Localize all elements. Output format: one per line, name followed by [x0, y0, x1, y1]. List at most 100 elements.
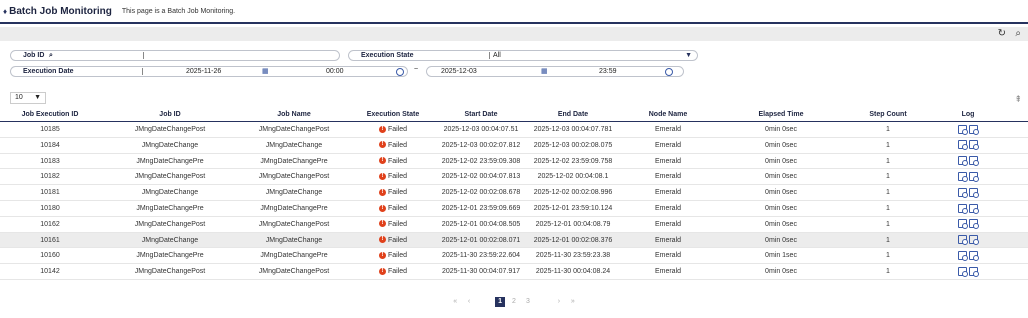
execution-state-text: Failed: [387, 189, 408, 197]
failed-status-icon: !: [378, 125, 386, 133]
job-log-icon[interactable]: [958, 172, 968, 183]
table-row[interactable]: 10181 JMngDateChange JMngDateChange! Failed…: [0, 185, 1028, 201]
job-log-icon[interactable]: [958, 124, 968, 135]
step-log-icon[interactable]: [969, 187, 979, 198]
execution-state-select[interactable]: Execution State All ▼: [348, 50, 698, 61]
step-log-icon[interactable]: [969, 235, 979, 246]
page-button-1[interactable]: 1: [495, 297, 506, 307]
first-page-button[interactable]: «: [450, 297, 460, 307]
column-header[interactable]: Start Date: [438, 108, 524, 121]
column-header[interactable]: Elapsed Time: [714, 108, 848, 121]
chevron-down-icon[interactable]: ▼: [685, 51, 692, 60]
step-log-icon[interactable]: [969, 124, 979, 135]
job-log-icon[interactable]: [958, 266, 968, 277]
node-name-cell: Emerald: [654, 236, 682, 244]
search-icon[interactable]: ⌕: [1015, 28, 1021, 39]
table-row[interactable]: 10142 JMngDateChangePost JMngDateChangePos…: [0, 264, 1028, 280]
job-name-cell: JMngDateChange: [265, 189, 323, 197]
clock-icon[interactable]: [396, 68, 404, 76]
log-cell: [928, 185, 1008, 200]
last-page-button[interactable]: »: [568, 297, 578, 307]
table-row[interactable]: 10180 JMngDateChangePre JMngDateChangePre!…: [0, 201, 1028, 217]
field-divider: [489, 52, 490, 59]
start-date-cell: 2025-12-01 23:59:09.669: [441, 204, 521, 212]
step-log-icon[interactable]: [969, 140, 979, 151]
step-log-icon[interactable]: [969, 156, 979, 167]
column-header[interactable]: Log: [928, 108, 1008, 121]
execution-state-text: Failed: [387, 126, 408, 133]
job-log-icon[interactable]: [958, 251, 968, 262]
log-cell: [928, 138, 1008, 153]
start-date-input[interactable]: 2025-11-26: [186, 67, 221, 76]
clock-icon[interactable]: [665, 68, 673, 76]
end-datetime-field[interactable]: 2025-12-03 ▦ 23:59: [426, 66, 684, 77]
page-size-select[interactable]: 10 ▼: [10, 92, 46, 104]
calendar-icon[interactable]: ▦: [541, 67, 548, 76]
step-count-cell: 1: [886, 141, 890, 149]
start-date-cell: 2025-11-30 23:59:22.604: [441, 252, 521, 260]
scroll-top-icon[interactable]: ⇞: [1014, 94, 1022, 105]
node-name-cell: Emerald: [654, 173, 682, 181]
column-header[interactable]: Node Name: [622, 108, 714, 121]
next-page-button[interactable]: ›: [554, 297, 564, 307]
column-header[interactable]: Job Name: [240, 108, 348, 121]
column-header[interactable]: Step Count: [848, 108, 928, 121]
column-header[interactable]: Job Execution ID: [0, 108, 100, 121]
start-datetime-field[interactable]: 2025-11-26 ▦ 00:00: [138, 66, 408, 77]
execution-state-value: All: [493, 52, 501, 59]
table-row[interactable]: 10185 JMngDateChangePost JMngDateChangePos…: [0, 122, 1028, 138]
job-log-icon[interactable]: [958, 235, 968, 246]
end-date-cell: 2025-12-02 00:04:08.1: [537, 173, 609, 181]
execution-state-text: Failed: [387, 236, 408, 244]
table-row[interactable]: 10162 JMngDateChangePost JMngDateChangePos…: [0, 217, 1028, 233]
table-row[interactable]: 10161 JMngDateChange JMngDateChange! Failed…: [0, 232, 1028, 249]
execution-state-cell: ! Failed: [348, 201, 438, 216]
failed-status-icon: !: [378, 252, 386, 260]
node-name-cell: Emerald: [654, 189, 682, 197]
log-cell: [928, 217, 1008, 232]
job-id-cell: JMngDateChange: [141, 141, 199, 149]
table-row[interactable]: 10184 JMngDateChange JMngDateChange! Failed…: [0, 138, 1028, 154]
job-execution-id-cell: 10182: [40, 173, 60, 181]
job-log-icon[interactable]: [958, 203, 968, 214]
end-date-cell: 2025-12-02 23:59:09.758: [533, 157, 613, 165]
job-name-cell: JMngDateChangePost: [258, 126, 330, 133]
job-log-icon[interactable]: [958, 156, 968, 167]
end-date-input[interactable]: 2025-12-03: [441, 67, 477, 76]
column-header[interactable]: Job ID: [100, 108, 240, 121]
execution-state-text: Failed: [387, 252, 408, 260]
failed-status-icon: !: [378, 173, 386, 181]
execution-state-cell: ! Failed: [348, 154, 438, 169]
step-log-icon[interactable]: [969, 172, 979, 183]
step-log-icon[interactable]: [969, 266, 979, 277]
table-row[interactable]: 10182 JMngDateChangePost JMngDateChangePos…: [0, 169, 1028, 186]
step-count-cell: 1: [886, 126, 890, 133]
refresh-icon[interactable]: ↻: [998, 28, 1006, 39]
calendar-icon[interactable]: ▦: [262, 67, 269, 76]
job-id-cell: JMngDateChange: [141, 189, 199, 197]
job-id-field[interactable]: Job ID ⌕: [10, 50, 340, 61]
job-log-icon[interactable]: [958, 140, 968, 151]
table-row[interactable]: 10183 JMngDateChangePre JMngDateChangePre!…: [0, 154, 1028, 170]
job-name-cell: JMngDateChangePre: [260, 204, 328, 212]
log-cell: [928, 264, 1008, 279]
job-id-cell: JMngDateChangePre: [136, 157, 204, 165]
end-time-input[interactable]: 23:59: [599, 67, 617, 76]
start-time-input[interactable]: 00:00: [326, 67, 344, 76]
step-count-cell: 1: [886, 157, 890, 165]
prev-page-button[interactable]: ‹: [464, 297, 474, 307]
step-log-icon[interactable]: [969, 251, 979, 262]
table-row[interactable]: 10160 JMngDateChangePre JMngDateChangePre!…: [0, 248, 1028, 265]
column-header[interactable]: End Date: [524, 108, 622, 121]
column-header[interactable]: Execution State: [348, 108, 438, 121]
page-button-2[interactable]: 2: [509, 297, 519, 307]
job-log-icon[interactable]: [958, 187, 968, 198]
job-name-cell: JMngDateChangePre: [260, 157, 328, 165]
job-name-cell: JMngDateChange: [265, 236, 323, 244]
job-log-icon[interactable]: [958, 219, 968, 230]
execution-state-text: Failed: [387, 173, 408, 181]
execution-state-cell: ! Failed: [348, 248, 438, 263]
step-log-icon[interactable]: [969, 219, 979, 230]
step-log-icon[interactable]: [969, 203, 979, 214]
page-button-3[interactable]: 3: [523, 297, 533, 307]
